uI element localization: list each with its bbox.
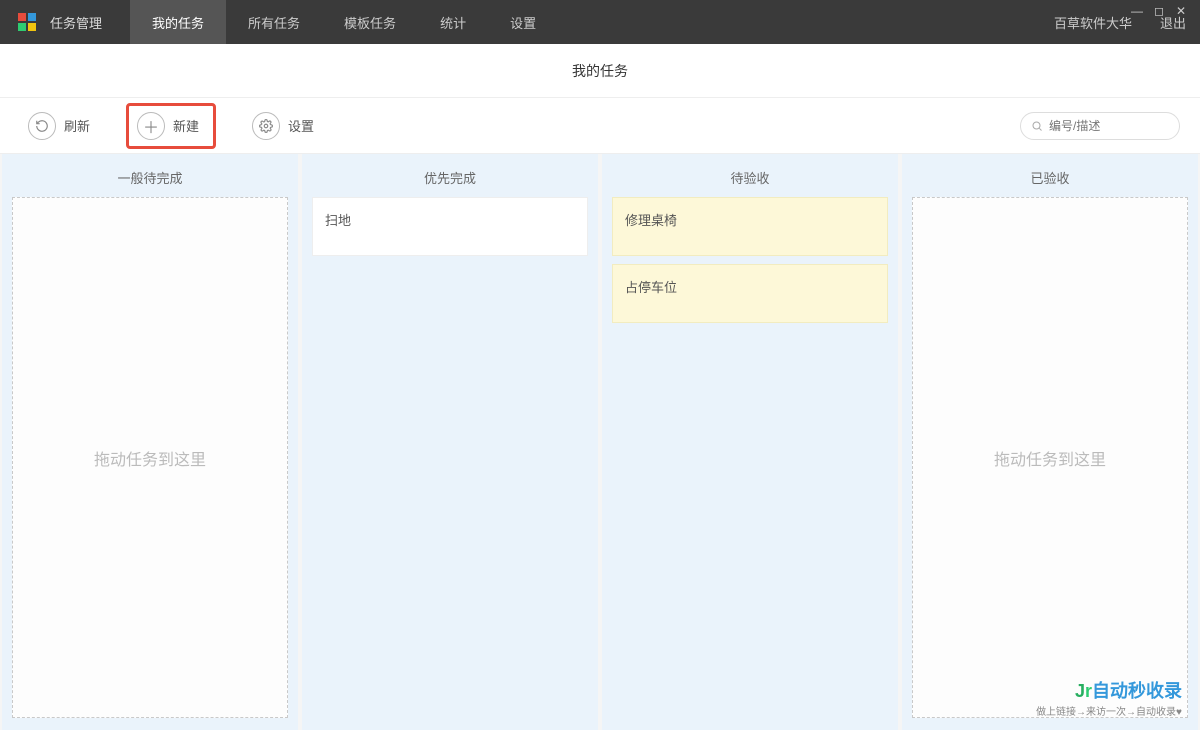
dropzone-hint: 拖动任务到这里 [94,446,206,470]
search-input[interactable] [1049,119,1169,133]
task-card[interactable]: 扫地 [312,197,588,256]
gear-icon [252,112,280,140]
refresh-label: 刷新 [64,116,90,135]
search-box[interactable] [1020,112,1180,140]
topbar: 任务管理 我的任务 所有任务 模板任务 统计 设置 百草软件大华 退出 — ◻ … [0,0,1200,44]
plus-icon: ＋ [137,112,165,140]
lane-priority: 优先完成 扫地 [302,154,598,730]
settings-label: 设置 [288,116,314,135]
task-card-text: 占停车位 [625,280,677,295]
nav-items: 我的任务 所有任务 模板任务 统计 设置 [130,0,558,44]
lane-general-pending: 一般待完成 拖动任务到这里 [2,154,298,730]
nav-settings[interactable]: 设置 [488,0,558,44]
task-card[interactable]: 占停车位 [612,264,888,323]
window-controls: — ◻ ✕ [1130,4,1188,18]
kanban-board: 一般待完成 拖动任务到这里 优先完成 扫地 待验收 修理桌椅 占停车位 已验收 … [0,154,1200,730]
new-button-highlight: ＋ 新建 [126,103,216,149]
lane-cards[interactable]: 扫地 [312,197,588,718]
app-logo-icon [18,13,36,31]
task-card[interactable]: 修理桌椅 [612,197,888,256]
nav-template-tasks[interactable]: 模板任务 [322,0,418,44]
search-icon [1031,120,1043,132]
lane-pending-acceptance: 待验收 修理桌椅 占停车位 [602,154,898,730]
maximize-icon[interactable]: ◻ [1152,4,1166,18]
toolbar: 刷新 ＋ 新建 设置 [0,98,1200,154]
page-title-bar: 我的任务 [0,44,1200,98]
dropzone-hint: 拖动任务到这里 [994,446,1106,470]
app-brand: 任务管理 [50,13,102,32]
page-title: 我的任务 [572,61,628,81]
lane-dropzone[interactable]: 拖动任务到这里 [912,197,1188,718]
lane-title: 一般待完成 [12,154,288,197]
lane-cards[interactable]: 修理桌椅 占停车位 [612,197,888,718]
lane-title: 优先完成 [312,154,588,197]
new-button[interactable]: ＋ 新建 [137,112,199,140]
refresh-button[interactable]: 刷新 [20,106,98,146]
refresh-icon [28,112,56,140]
search-wrap [1020,112,1180,140]
nav-my-tasks[interactable]: 我的任务 [130,0,226,44]
task-card-text: 修理桌椅 [625,213,677,228]
minimize-icon[interactable]: — [1130,4,1144,18]
lane-title: 已验收 [912,154,1188,197]
lane-title: 待验收 [612,154,888,197]
settings-button[interactable]: 设置 [244,106,322,146]
task-card-text: 扫地 [325,213,351,228]
lane-dropzone[interactable]: 拖动任务到这里 [12,197,288,718]
new-label: 新建 [173,116,199,135]
nav-stats[interactable]: 统计 [418,0,488,44]
nav-all-tasks[interactable]: 所有任务 [226,0,322,44]
close-icon[interactable]: ✕ [1174,4,1188,18]
lane-accepted: 已验收 拖动任务到这里 [902,154,1198,730]
